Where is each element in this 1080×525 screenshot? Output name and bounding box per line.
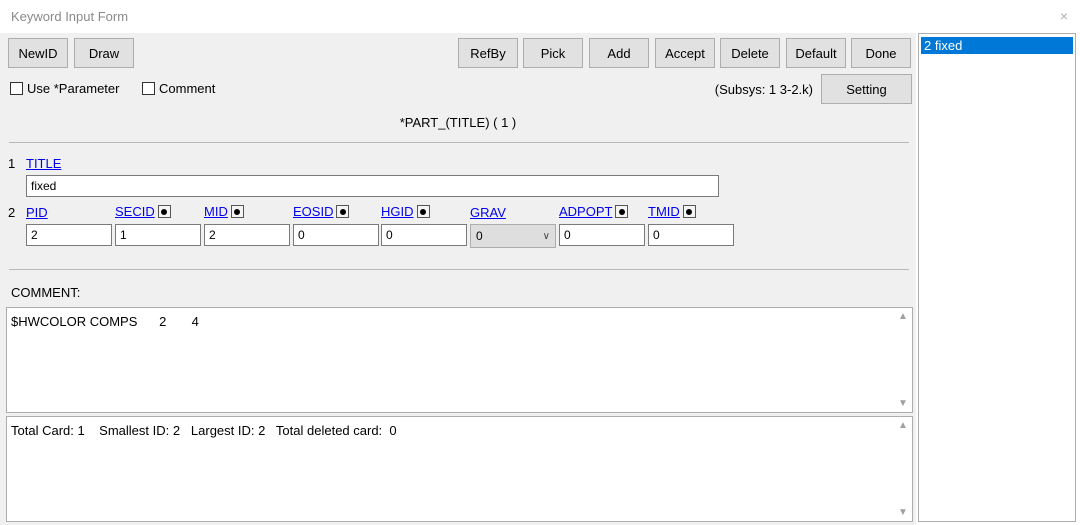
comment-text[interactable]: $HWCOLOR COMPS 2 4 (11, 314, 199, 329)
accept-button[interactable]: Accept (655, 38, 715, 68)
status-textarea[interactable]: Total Card: 1 Smallest ID: 2 Largest ID:… (6, 416, 913, 522)
close-icon[interactable]: × (1060, 8, 1068, 24)
grav-link[interactable]: GRAV (470, 205, 506, 220)
scroll-up-icon[interactable]: ▲ (898, 420, 908, 431)
title-bar: Keyword Input Form × (0, 0, 1080, 33)
divider (9, 269, 909, 270)
pid-label[interactable]: PID (26, 205, 48, 220)
use-parameter-checkbox[interactable]: Use *Parameter (10, 81, 119, 96)
eosid-pick-icon[interactable] (336, 205, 350, 218)
pick-button[interactable]: Pick (523, 38, 583, 68)
newid-button[interactable]: NewID (8, 38, 68, 68)
use-parameter-label: Use *Parameter (27, 81, 120, 96)
tmid-input[interactable]: 0 (648, 224, 734, 246)
add-button[interactable]: Add (589, 38, 649, 68)
comment-scrollbar[interactable]: ▲ ▼ (895, 308, 912, 412)
grav-selected-value: 0 (476, 229, 483, 243)
form-panel: NewID Draw RefBy Pick Add Accept Delete … (0, 33, 916, 525)
window-title: Keyword Input Form (11, 9, 129, 24)
mid-label[interactable]: MID (204, 204, 228, 219)
comment-textarea[interactable]: $HWCOLOR COMPS 2 4 ▲ ▼ (6, 307, 913, 413)
comment-checkbox[interactable]: Comment (142, 81, 215, 96)
mid-link[interactable]: MID (204, 204, 244, 219)
hgid-label[interactable]: HGID (381, 204, 414, 219)
title-input[interactable]: fixed (26, 175, 719, 197)
scroll-up-icon[interactable]: ▲ (898, 311, 908, 322)
secid-pick-icon[interactable] (157, 205, 171, 218)
pid-input[interactable]: 2 (26, 224, 112, 246)
eosid-input[interactable]: 0 (293, 224, 379, 246)
comment-checkbox-label: Comment (159, 81, 216, 96)
pid-link[interactable]: PID (26, 205, 48, 220)
checkbox-box[interactable] (142, 82, 155, 95)
tmid-label[interactable]: TMID (648, 204, 680, 219)
adpopt-label[interactable]: ADPOPT (559, 204, 612, 219)
secid-link[interactable]: SECID (115, 204, 171, 219)
scroll-down-icon[interactable]: ▼ (898, 398, 908, 409)
adpopt-input[interactable]: 0 (559, 224, 645, 246)
draw-button[interactable]: Draw (74, 38, 134, 68)
mid-pick-icon[interactable] (230, 205, 244, 218)
setting-button[interactable]: Setting (821, 74, 912, 104)
checkbox-box[interactable] (10, 82, 23, 95)
refby-button[interactable]: RefBy (458, 38, 518, 68)
default-button[interactable]: Default (786, 38, 846, 68)
secid-label[interactable]: SECID (115, 204, 155, 219)
delete-button[interactable]: Delete (720, 38, 780, 68)
secid-input[interactable]: 1 (115, 224, 201, 246)
title-link[interactable]: TITLE (26, 156, 61, 171)
grav-select[interactable]: 0 ∨ (470, 224, 556, 248)
eosid-link[interactable]: EOSID (293, 204, 350, 219)
card-2-number: 2 (8, 205, 16, 220)
keyword-title: *PART_(TITLE) ( 1 ) (399, 115, 517, 130)
eosid-label[interactable]: EOSID (293, 204, 333, 219)
status-scrollbar[interactable]: ▲ ▼ (895, 417, 912, 521)
tmid-pick-icon[interactable] (682, 205, 696, 218)
list-item[interactable]: 2 fixed (921, 37, 1073, 54)
mid-input[interactable]: 2 (204, 224, 290, 246)
chevron-down-icon[interactable]: ∨ (543, 231, 550, 242)
done-button[interactable]: Done (851, 38, 911, 68)
divider (9, 142, 909, 143)
adpopt-link[interactable]: ADPOPT (559, 204, 629, 219)
comment-label: COMMENT: (11, 285, 81, 300)
tmid-link[interactable]: TMID (648, 204, 696, 219)
status-text: Total Card: 1 Smallest ID: 2 Largest ID:… (11, 423, 397, 438)
scroll-down-icon[interactable]: ▼ (898, 507, 908, 518)
id-list[interactable]: 2 fixed (918, 33, 1076, 522)
adpopt-pick-icon[interactable] (615, 205, 629, 218)
hgid-pick-icon[interactable] (416, 205, 430, 218)
grav-label[interactable]: GRAV (470, 205, 506, 220)
hgid-link[interactable]: HGID (381, 204, 430, 219)
hgid-input[interactable]: 0 (381, 224, 467, 246)
card-1-number: 1 (8, 156, 16, 171)
subsys-label: (Subsys: 1 3-2.k) (714, 82, 813, 97)
